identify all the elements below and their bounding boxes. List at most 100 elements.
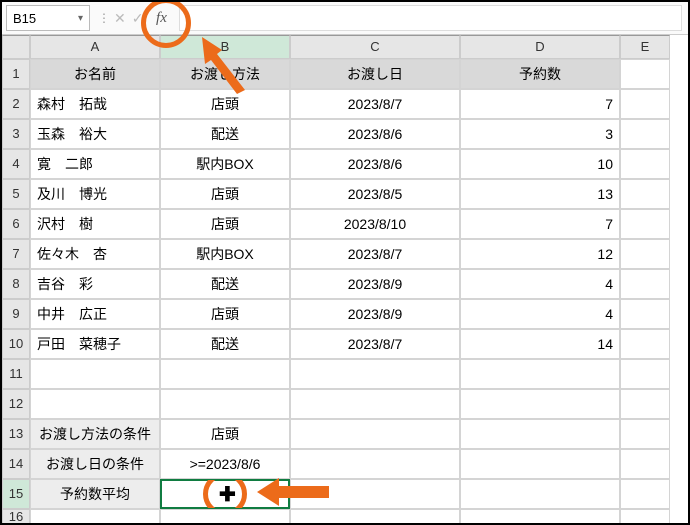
cond-method-value[interactable]: 店頭 <box>160 419 290 449</box>
cell-empty[interactable] <box>620 389 670 419</box>
col-header-C[interactable]: C <box>290 35 460 59</box>
cell-date[interactable]: 2023/8/9 <box>290 269 460 299</box>
cell-empty[interactable] <box>620 509 670 525</box>
cell-empty[interactable] <box>620 119 670 149</box>
row-header[interactable]: 4 <box>2 149 30 179</box>
col-header-A[interactable]: A <box>30 35 160 59</box>
header-count[interactable]: 予約数 <box>460 59 620 89</box>
row-header[interactable]: 8 <box>2 269 30 299</box>
cell-method[interactable]: 店頭 <box>160 89 290 119</box>
cell-date[interactable]: 2023/8/6 <box>290 149 460 179</box>
cell-empty[interactable] <box>290 419 460 449</box>
cell-empty[interactable] <box>460 509 620 525</box>
cell-empty[interactable] <box>620 59 670 89</box>
cell-name[interactable]: 寛 二郎 <box>30 149 160 179</box>
row-header[interactable]: 6 <box>2 209 30 239</box>
cell-date[interactable]: 2023/8/7 <box>290 239 460 269</box>
cell-name[interactable]: 森村 拓哉 <box>30 89 160 119</box>
header-name[interactable]: お名前 <box>30 59 160 89</box>
cell-count[interactable]: 14 <box>460 329 620 359</box>
row-header[interactable]: 12 <box>2 389 30 419</box>
cell-method[interactable]: 配送 <box>160 119 290 149</box>
fx-icon[interactable]: fx <box>156 10 167 27</box>
cell-empty[interactable] <box>290 449 460 479</box>
cell-empty[interactable] <box>460 479 620 509</box>
cell-empty[interactable] <box>460 419 620 449</box>
row-header[interactable]: 3 <box>2 119 30 149</box>
cell-count[interactable]: 4 <box>460 299 620 329</box>
cell-name[interactable]: 及川 博光 <box>30 179 160 209</box>
cell-empty[interactable] <box>620 299 670 329</box>
col-header-E[interactable]: E <box>620 35 670 59</box>
cell-date[interactable]: 2023/8/7 <box>290 89 460 119</box>
cell-count[interactable]: 10 <box>460 149 620 179</box>
cell-empty[interactable] <box>160 389 290 419</box>
cell-empty[interactable] <box>290 509 460 525</box>
cell-method[interactable]: 店頭 <box>160 179 290 209</box>
row-header[interactable]: 11 <box>2 359 30 389</box>
header-date[interactable]: お渡し日 <box>290 59 460 89</box>
row-header[interactable]: 10 <box>2 329 30 359</box>
cell-count[interactable]: 7 <box>460 89 620 119</box>
cell-empty[interactable] <box>620 179 670 209</box>
cell-empty[interactable] <box>30 359 160 389</box>
cell-empty[interactable] <box>620 89 670 119</box>
col-header-D[interactable]: D <box>460 35 620 59</box>
cell-date[interactable]: 2023/8/7 <box>290 329 460 359</box>
row-header[interactable]: 5 <box>2 179 30 209</box>
select-all-corner[interactable] <box>2 35 30 59</box>
row-header[interactable]: 16 <box>2 509 30 525</box>
cell-empty[interactable] <box>460 389 620 419</box>
cell-count[interactable]: 7 <box>460 209 620 239</box>
row-header[interactable]: 13 <box>2 419 30 449</box>
cell-empty[interactable] <box>460 449 620 479</box>
cell-name[interactable]: 佐々木 杏 <box>30 239 160 269</box>
cell-empty[interactable] <box>160 509 290 525</box>
selected-cell-b15[interactable] <box>160 479 290 509</box>
cell-count[interactable]: 3 <box>460 119 620 149</box>
cell-name[interactable]: 戸田 菜穂子 <box>30 329 160 359</box>
cell-date[interactable]: 2023/8/9 <box>290 299 460 329</box>
name-box[interactable]: B15 ▾ <box>6 5 90 31</box>
cell-empty[interactable] <box>620 479 670 509</box>
row-header[interactable]: 7 <box>2 239 30 269</box>
cell-method[interactable]: 配送 <box>160 329 290 359</box>
cell-empty[interactable] <box>30 509 160 525</box>
cell-method[interactable]: 配送 <box>160 269 290 299</box>
cond-date-label[interactable]: お渡し日の条件 <box>30 449 160 479</box>
cell-empty[interactable] <box>620 419 670 449</box>
cell-empty[interactable] <box>620 269 670 299</box>
avg-label[interactable]: 予約数平均 <box>30 479 160 509</box>
cell-empty[interactable] <box>620 449 670 479</box>
cell-count[interactable]: 4 <box>460 269 620 299</box>
cell-method[interactable]: 店頭 <box>160 209 290 239</box>
cell-empty[interactable] <box>290 479 460 509</box>
cell-date[interactable]: 2023/8/5 <box>290 179 460 209</box>
cell-method[interactable]: 駅内BOX <box>160 149 290 179</box>
cell-empty[interactable] <box>460 359 620 389</box>
cell-name[interactable]: 中井 広正 <box>30 299 160 329</box>
cell-empty[interactable] <box>620 149 670 179</box>
cell-empty[interactable] <box>30 389 160 419</box>
cond-method-label[interactable]: お渡し方法の条件 <box>30 419 160 449</box>
cell-date[interactable]: 2023/8/10 <box>290 209 460 239</box>
cond-date-value[interactable]: >=2023/8/6 <box>160 449 290 479</box>
row-header[interactable]: 14 <box>2 449 30 479</box>
cell-name[interactable]: 吉谷 彩 <box>30 269 160 299</box>
cell-empty[interactable] <box>620 209 670 239</box>
cell-empty[interactable] <box>620 239 670 269</box>
formula-input[interactable] <box>179 5 682 31</box>
chevron-down-icon[interactable]: ▾ <box>78 13 83 24</box>
cell-name[interactable]: 玉森 裕大 <box>30 119 160 149</box>
confirm-icon[interactable]: ✓ <box>132 10 144 27</box>
cell-empty[interactable] <box>160 359 290 389</box>
cell-count[interactable]: 12 <box>460 239 620 269</box>
row-header[interactable]: 9 <box>2 299 30 329</box>
cell-empty[interactable] <box>620 329 670 359</box>
cell-method[interactable]: 駅内BOX <box>160 239 290 269</box>
cell-empty[interactable] <box>290 359 460 389</box>
header-method[interactable]: お渡し方法 <box>160 59 290 89</box>
cell-count[interactable]: 13 <box>460 179 620 209</box>
cell-method[interactable]: 店頭 <box>160 299 290 329</box>
row-header[interactable]: 15 <box>2 479 30 509</box>
